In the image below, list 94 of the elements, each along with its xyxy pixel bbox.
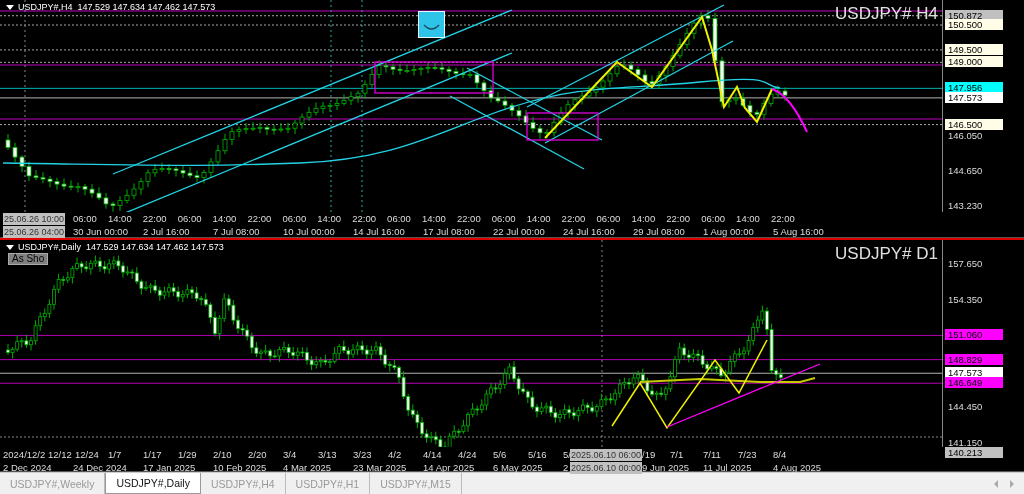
- date-label: 4 Aug 2025: [773, 462, 822, 474]
- time-label: 14:00: [212, 213, 237, 225]
- price-label: 149.000: [945, 56, 1003, 68]
- date-label: 17 Jul 08:00: [423, 226, 475, 238]
- time-label: 5/6: [493, 449, 507, 461]
- price-label: 147.573: [945, 91, 1003, 103]
- time-label: 2024/12/2: [3, 449, 46, 461]
- time-label: 22:00: [142, 213, 167, 225]
- forecast-curve: [771, 88, 808, 133]
- price-label: 157.650: [947, 258, 984, 269]
- time-label: 12/12: [48, 449, 72, 461]
- cursor-time-label: 25.06.26 10:00: [3, 213, 66, 225]
- time-label: 22:00: [666, 213, 691, 225]
- time-label: 14:00: [736, 213, 760, 225]
- time-label: 14:00: [107, 213, 132, 225]
- price-label: 144.450: [947, 401, 984, 413]
- date-label: 23 Mar 2025: [353, 462, 407, 474]
- time-label: 06:00: [282, 213, 307, 225]
- time-label: 2/20: [248, 449, 267, 461]
- chart-header-text: USDJPY#,Daily 147.529 147.634 147.462 147.573: [18, 242, 224, 252]
- time-label: 14:00: [631, 213, 656, 225]
- time-label: 14:00: [317, 213, 342, 225]
- time-label: 8/4: [773, 449, 787, 461]
- price-label: 154.350: [947, 293, 984, 305]
- date-label: 14 Jul 16:00: [353, 226, 405, 238]
- time-label: 4/14: [423, 449, 442, 461]
- time-label: 1/29: [178, 449, 197, 461]
- time-label: 22:00: [771, 213, 795, 225]
- as-shown-button[interactable]: As Sho: [8, 253, 49, 265]
- cursor-time-label: 2025.06.10 00:00: [570, 462, 643, 474]
- time-label: 22:00: [247, 213, 272, 225]
- price-label: 140.213: [945, 447, 1003, 458]
- price-label: 144.650: [947, 164, 984, 176]
- time-label: 22:00: [352, 213, 376, 225]
- time-label: 4/24: [458, 449, 477, 461]
- date-label: 22 Jul 00:00: [493, 226, 545, 238]
- price-label: 146.500: [945, 118, 1003, 130]
- time-label: /19: [642, 449, 656, 461]
- time-label: 5/16: [528, 449, 547, 461]
- time-label: 14:00: [526, 213, 551, 225]
- time-label: 22:00: [561, 213, 586, 225]
- time-label: 06:00: [177, 213, 202, 225]
- date-label: 6 May 2025: [493, 462, 543, 474]
- time-label: 14:00: [422, 213, 446, 225]
- price-label: 141.150: [947, 436, 984, 448]
- date-label: 4 Mar 2025: [283, 462, 332, 474]
- time-label: 3/4: [283, 449, 297, 461]
- smile-icon: [418, 11, 445, 38]
- symbol-title: USDJPY# D1: [835, 244, 938, 264]
- price-label: 149.500: [945, 43, 1003, 55]
- date-label: 9 Jun 2025: [642, 462, 689, 474]
- symbol-title: USDJPY# H4: [835, 4, 938, 24]
- time-label: 2/10: [213, 449, 232, 461]
- time-label: 7/23: [738, 449, 757, 461]
- date-label: 2 Dec 2024: [3, 462, 52, 474]
- date-label: 24 Jul 16:00: [563, 226, 615, 238]
- cursor-time-label: 25.06.26 04:00: [3, 226, 66, 238]
- date-label: 11 Jul 2025: [703, 462, 752, 474]
- date-label: 2 Jul 16:00: [143, 226, 190, 238]
- price-label: 143.230: [947, 200, 984, 211]
- collapse-triangle-icon[interactable]: [6, 4, 14, 10]
- date-label: 17 Jan 2025: [143, 462, 196, 474]
- date-label: 7 Jul 08:00: [213, 226, 260, 238]
- time-label: 06:00: [701, 213, 725, 225]
- date-label: 29 Jul 08:00: [633, 226, 685, 238]
- price-label: 150.500: [945, 19, 1003, 30]
- chart-header-text: USDJPY#,H4 147.529 147.634 147.462 147.573: [18, 2, 216, 12]
- date-label: 2: [563, 462, 569, 474]
- time-label: 12/24: [75, 449, 99, 461]
- time-label: 06:00: [596, 213, 621, 225]
- date-label: 10 Jul 00:00: [283, 226, 335, 238]
- date-label: 14 Apr 2025: [423, 462, 475, 474]
- time-label: 3/13: [318, 449, 337, 461]
- time-label: 1/7: [108, 449, 122, 461]
- time-label: 7/11: [703, 449, 721, 461]
- date-label: 30 Jun 00:00: [73, 226, 128, 238]
- date-label: 1 Aug 00:00: [703, 226, 754, 238]
- date-label: 24 Dec 2024: [73, 462, 127, 474]
- time-label: 06:00: [73, 213, 97, 225]
- price-label: 148.829: [945, 353, 1003, 365]
- time-label: 06:00: [491, 213, 516, 225]
- price-label: 146.649: [945, 377, 1003, 389]
- cursor-time-label: 2025.06.10 06:00: [570, 449, 643, 461]
- time-label: 3/23: [353, 449, 372, 461]
- date-label: 5 Aug 16:00: [773, 226, 824, 238]
- price-label: 151.060: [945, 329, 1003, 341]
- time-label: 4/2: [388, 449, 402, 461]
- chart-tab[interactable]: USDJPY#,Daily: [105, 473, 201, 494]
- time-label: 06:00: [387, 213, 411, 225]
- time-label: 1/17: [143, 449, 162, 461]
- time-label: 7/1: [670, 449, 684, 461]
- date-label: 10 Feb 2025: [213, 462, 267, 474]
- time-label: 22:00: [456, 213, 481, 225]
- price-label: 146.050: [947, 129, 984, 141]
